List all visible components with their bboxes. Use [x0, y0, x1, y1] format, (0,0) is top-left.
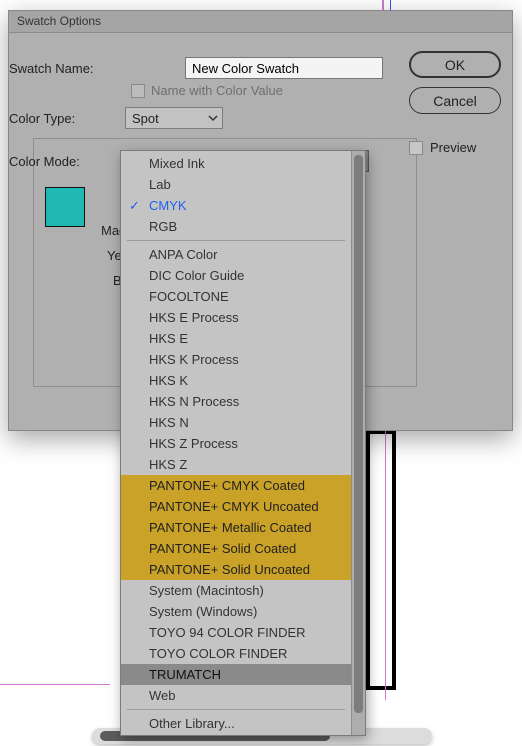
dropdown-item-label: DIC Color Guide	[149, 268, 244, 283]
swatch-color-preview	[45, 187, 85, 227]
name-with-color-row: Name with Color Value	[131, 83, 283, 98]
dropdown-item[interactable]: TOYO COLOR FINDER	[121, 643, 351, 664]
dropdown-item[interactable]: HKS E	[121, 328, 351, 349]
dropdown-item-label: System (Macintosh)	[149, 583, 264, 598]
scrollbar-thumb[interactable]	[354, 155, 363, 713]
preview-checkbox[interactable]	[409, 141, 423, 155]
color-mode-dropdown: Mixed Ink Lab ✓ CMYK RGB ANPA Color DIC Color …	[120, 150, 366, 736]
dropdown-item-label: HKS E	[149, 331, 188, 346]
dropdown-item-label: Other Library...	[149, 716, 235, 731]
dropdown-item[interactable]: PANTONE+ Solid Coated	[121, 538, 351, 559]
dropdown-item[interactable]: FOCOLTONE	[121, 286, 351, 307]
dropdown-item-label: PANTONE+ Solid Uncoated	[149, 562, 310, 577]
check-icon: ✓	[129, 198, 140, 214]
dropdown-item[interactable]: HKS N Process	[121, 391, 351, 412]
dropdown-item[interactable]: RGB	[121, 216, 351, 237]
canvas-guide-horizontal	[0, 684, 110, 685]
dropdown-item-label: Web	[149, 688, 176, 703]
dropdown-item[interactable]: TOYO 94 COLOR FINDER	[121, 622, 351, 643]
dropdown-item[interactable]: Other Library...	[121, 713, 351, 734]
preview-label: Preview	[430, 140, 476, 155]
dropdown-item[interactable]: Web	[121, 685, 351, 706]
dropdown-item-label: PANTONE+ Solid Coated	[149, 541, 296, 556]
name-with-color-label: Name with Color Value	[151, 83, 283, 98]
color-type-label: Color Type:	[9, 111, 117, 126]
dropdown-item[interactable]: Lab	[121, 174, 351, 195]
dropdown-item[interactable]: PANTONE+ CMYK Coated	[121, 475, 351, 496]
canvas-guide-vertical-3	[380, 430, 386, 700]
dropdown-item-label: System (Windows)	[149, 604, 257, 619]
dropdown-item[interactable]: System (Macintosh)	[121, 580, 351, 601]
dropdown-item[interactable]: TRUMATCH	[121, 664, 351, 685]
swatch-name-input[interactable]	[185, 57, 383, 79]
ok-button[interactable]: OK	[409, 51, 501, 78]
dropdown-item-label: TOYO COLOR FINDER	[149, 646, 287, 661]
dialog-title: Swatch Options	[9, 11, 512, 33]
dropdown-item[interactable]: HKS N	[121, 412, 351, 433]
dropdown-item-label: TOYO 94 COLOR FINDER	[149, 625, 306, 640]
color-mode-label: Color Mode:	[9, 154, 117, 169]
dropdown-item[interactable]: HKS Z Process	[121, 433, 351, 454]
dropdown-item-label: PANTONE+ CMYK Coated	[149, 478, 305, 493]
dropdown-item-label: PANTONE+ CMYK Uncoated	[149, 499, 319, 514]
dropdown-item[interactable]: Mixed Ink	[121, 153, 351, 174]
dropdown-item-label: TRUMATCH	[149, 667, 221, 682]
dropdown-item[interactable]: HKS Z	[121, 454, 351, 475]
swatch-name-label: Swatch Name:	[9, 61, 179, 76]
dropdown-item-label: HKS K Process	[149, 352, 239, 367]
dropdown-item-label: CMYK	[149, 198, 187, 213]
dropdown-item[interactable]: DIC Color Guide	[121, 265, 351, 286]
cancel-button[interactable]: Cancel	[409, 87, 501, 114]
name-with-color-checkbox	[131, 84, 145, 98]
color-type-select[interactable]: Spot	[125, 107, 223, 129]
dropdown-item-label: HKS E Process	[149, 310, 239, 325]
dropdown-item[interactable]: HKS K	[121, 370, 351, 391]
dropdown-item-label: HKS Z Process	[149, 436, 238, 451]
dropdown-item-label: ANPA Color	[149, 247, 217, 262]
dropdown-item-label: HKS Z	[149, 457, 187, 472]
dropdown-item-label: Lab	[149, 177, 171, 192]
dropdown-item[interactable]: HKS K Process	[121, 349, 351, 370]
dropdown-item[interactable]: PANTONE+ Metallic Coated	[121, 517, 351, 538]
dropdown-item-label: Mixed Ink	[149, 156, 205, 171]
color-type-value: Spot	[132, 111, 159, 126]
dropdown-item-label: HKS N Process	[149, 394, 239, 409]
chevron-down-icon	[208, 113, 218, 123]
dropdown-item[interactable]: ANPA Color	[121, 244, 351, 265]
dropdown-separator	[127, 240, 345, 241]
dropdown-item[interactable]: PANTONE+ Solid Uncoated	[121, 559, 351, 580]
dropdown-item[interactable]: PANTONE+ CMYK Uncoated	[121, 496, 351, 517]
dropdown-item[interactable]: System (Windows)	[121, 601, 351, 622]
dropdown-item-label: PANTONE+ Metallic Coated	[149, 520, 311, 535]
dropdown-item-label: HKS K	[149, 373, 188, 388]
dropdown-item[interactable]: HKS E Process	[121, 307, 351, 328]
dropdown-separator	[127, 709, 345, 710]
dropdown-item[interactable]: ✓ CMYK	[121, 195, 351, 216]
dropdown-item-label: FOCOLTONE	[149, 289, 229, 304]
dropdown-item-label: HKS N	[149, 415, 189, 430]
dropdown-item-label: RGB	[149, 219, 177, 234]
dropdown-scrollbar[interactable]	[351, 151, 365, 735]
